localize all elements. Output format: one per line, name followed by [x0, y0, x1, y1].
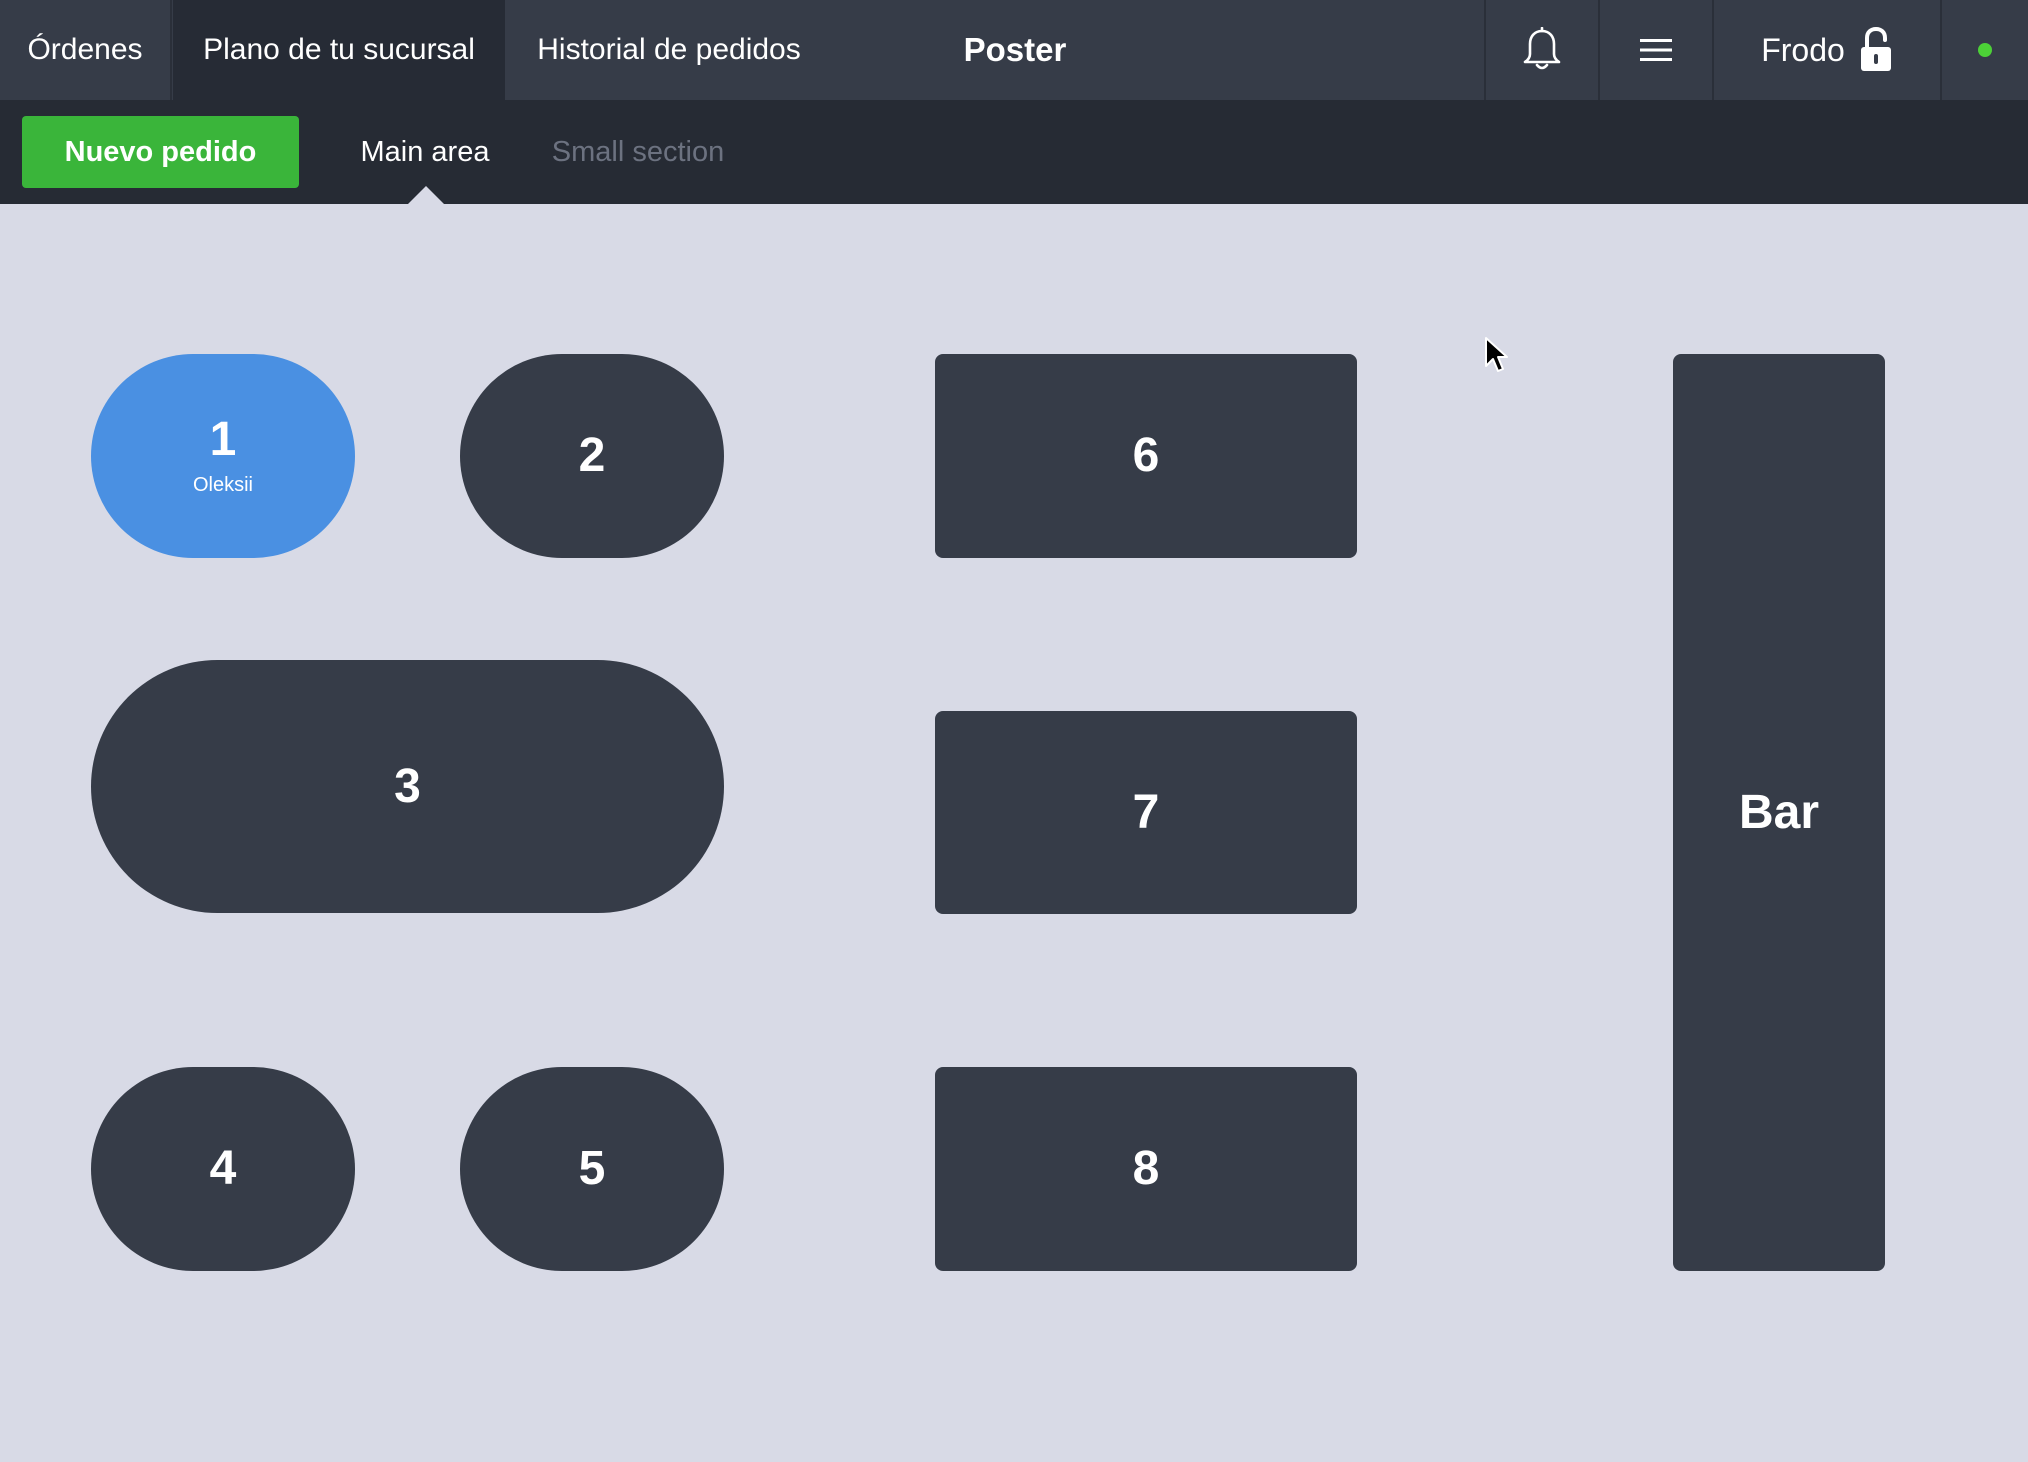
user-lock-button[interactable]: Frodo [1712, 0, 1940, 100]
table-number: 4 [209, 1142, 237, 1195]
table-number: 5 [578, 1142, 606, 1195]
notifications-button[interactable] [1484, 0, 1598, 100]
online-status-dot [1978, 43, 1992, 57]
area-toolbar: Nuevo pedido Main area Small section [0, 100, 2028, 204]
table-4[interactable]: 4 [91, 1067, 355, 1271]
table-5[interactable]: 5 [460, 1067, 724, 1271]
menu-button[interactable] [1598, 0, 1712, 100]
tab-plano-sucursal[interactable]: Plano de tu sucursal [173, 0, 505, 100]
table-7[interactable]: 7 [935, 711, 1357, 914]
active-area-indicator [407, 186, 445, 205]
table-number: Bar [1738, 785, 1820, 839]
tab-historial-pedidos[interactable]: Historial de pedidos [506, 0, 832, 100]
tab-small-section[interactable]: Small section [540, 100, 736, 204]
table-number: 6 [1132, 429, 1160, 482]
table-number: 2 [578, 429, 606, 482]
app-title: Poster [963, 31, 1067, 68]
table-8[interactable]: 8 [935, 1067, 1357, 1271]
user-name: Frodo [1761, 31, 1845, 68]
mouse-pointer-icon [1485, 337, 1508, 372]
hamburger-menu-icon [1640, 39, 1672, 61]
table-3[interactable]: 3 [91, 660, 724, 913]
table-number: 3 [394, 759, 421, 813]
table-number: 7 [1132, 785, 1160, 839]
table-6[interactable]: 6 [935, 354, 1357, 558]
table-guest-name: Oleksii [192, 473, 253, 496]
tab-ordenes[interactable]: Órdenes [0, 0, 172, 100]
table-1[interactable]: 1 Oleksii [91, 354, 355, 558]
connection-status [1940, 0, 2028, 100]
new-order-button[interactable]: Nuevo pedido [22, 116, 299, 188]
table-bar[interactable]: Bar [1673, 354, 1885, 1271]
top-navigation-bar: Órdenes Plano de tu sucursal Historial d… [0, 0, 2028, 100]
bell-icon [1523, 27, 1561, 70]
table-number: 1 [209, 412, 237, 466]
table-2[interactable]: 2 [460, 354, 724, 558]
table-number: 8 [1132, 1142, 1160, 1195]
unlocked-padlock-icon [1860, 27, 1891, 71]
